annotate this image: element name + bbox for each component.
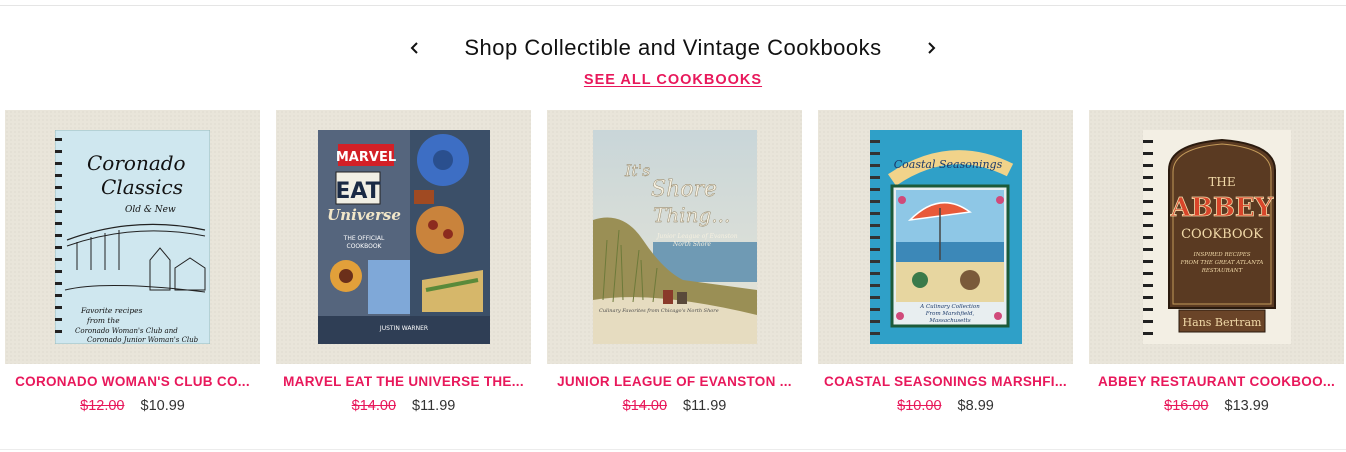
original-price: $16.00: [1164, 398, 1209, 414]
svg-text:from the: from the: [86, 316, 120, 325]
svg-text:INSPIRED RECIPES: INSPIRED RECIPES: [1192, 252, 1250, 258]
cookbook-cover-coastal-seasonings: Coastal Seasonings A Culinary Collection…: [869, 130, 1022, 344]
original-price: $14.00: [622, 398, 668, 414]
bottom-divider: [0, 449, 1346, 450]
see-all-container: SEE ALL COOKBOOKS: [0, 71, 1346, 89]
product-title[interactable]: JUNIOR LEAGUE OF EVANSTON ...: [547, 374, 802, 389]
svg-text:Coronado Junior Woman's Club: Coronado Junior Woman's Club: [87, 336, 199, 344]
sale-price: $13.99: [1224, 398, 1269, 414]
sale-price: $11.99: [683, 398, 727, 414]
svg-text:FROM THE GREAT ATLANTA: FROM THE GREAT ATLANTA: [1179, 260, 1263, 266]
chevron-right-icon: [927, 42, 936, 54]
svg-text:COOKBOOK: COOKBOOK: [346, 243, 382, 250]
product-card[interactable]: It's Shore Thing... Junior League of Eva…: [547, 110, 802, 414]
product-card[interactable]: Coastal Seasonings A Culinary Collection…: [818, 110, 1073, 414]
svg-text:Massachusetts: Massachusetts: [928, 318, 970, 324]
svg-text:THE OFFICIAL: THE OFFICIAL: [342, 235, 384, 242]
product-prices: $16.00 $13.99: [1089, 398, 1344, 414]
product-card[interactable]: MARVEL EAT Universe THE OFFICIAL COOKBOO…: [276, 110, 531, 414]
cover-title-1: It's: [624, 161, 650, 180]
product-title[interactable]: ABBEY RESTAURANT COOKBOO...: [1089, 374, 1344, 389]
svg-text:Coronado Woman's Club and: Coronado Woman's Club and: [75, 327, 178, 335]
section-title: Shop Collectible and Vintage Cookbooks: [464, 35, 882, 60]
original-price: $10.00: [897, 398, 942, 414]
product-grid: Coronado Classics Old & New Favorite rec…: [5, 110, 1344, 414]
cookbook-cover-marvel: MARVEL EAT Universe THE OFFICIAL COOKBOO…: [317, 130, 490, 344]
cookbook-cover-shore-thing: It's Shore Thing... Junior League of Eva…: [592, 130, 757, 344]
cover-title-1: Coronado: [87, 151, 186, 175]
cookbook-cover-abbey: THE ABBEY COOKBOOK INSPIRED RECIPES FROM…: [1142, 130, 1291, 344]
cover-title-2: Classics: [101, 175, 183, 199]
sale-price: $8.99: [957, 398, 994, 414]
product-title[interactable]: CORONADO WOMAN'S CLUB CO...: [5, 374, 260, 389]
product-image[interactable]: It's Shore Thing... Junior League of Eva…: [547, 110, 802, 364]
product-image[interactable]: MARVEL EAT Universe THE OFFICIAL COOKBOO…: [276, 110, 531, 364]
cover-title-2: Shore: [651, 177, 717, 202]
cover-title-2: ABBEY: [1169, 193, 1273, 223]
sale-price: $10.99: [140, 398, 185, 414]
product-title[interactable]: MARVEL EAT THE UNIVERSE THE...: [276, 374, 531, 389]
next-button[interactable]: [920, 37, 942, 59]
product-prices: $14.00 $11.99: [547, 398, 802, 414]
svg-text:Culinary Favorites from Chicag: Culinary Favorites from Chicago's North …: [599, 308, 719, 314]
product-image[interactable]: Coronado Classics Old & New Favorite rec…: [5, 110, 260, 364]
top-divider: [0, 5, 1346, 6]
product-image[interactable]: THE ABBEY COOKBOOK INSPIRED RECIPES FROM…: [1089, 110, 1344, 364]
cover-logo: MARVEL: [335, 150, 395, 165]
cover-author: JUSTIN WARNER: [378, 325, 427, 332]
original-price: $12.00: [80, 398, 125, 414]
original-price: $14.00: [351, 398, 397, 414]
svg-text:Junior League of Evanston: Junior League of Evanston: [655, 233, 738, 240]
product-card[interactable]: THE ABBEY COOKBOOK INSPIRED RECIPES FROM…: [1089, 110, 1344, 414]
product-prices: $12.00 $10.99: [5, 398, 260, 414]
cover-title-1: THE: [1208, 175, 1235, 189]
chevron-left-icon: [410, 42, 419, 54]
cover-title-3: COOKBOOK: [1181, 227, 1263, 242]
sale-price: $11.99: [412, 398, 456, 414]
cover-title-1: EAT: [335, 179, 380, 204]
prev-button[interactable]: [404, 37, 426, 59]
section-header: Shop Collectible and Vintage Cookbooks: [0, 30, 1346, 66]
cover-title-3: Old & New: [125, 205, 176, 215]
cover-title-3: Thing...: [653, 203, 730, 227]
see-all-cookbooks-link[interactable]: SEE ALL COOKBOOKS: [584, 72, 762, 88]
svg-text:RESTAURANT: RESTAURANT: [1200, 268, 1242, 274]
cover-title-1: Coastal Seasonings: [893, 158, 1002, 171]
svg-text:Favorite recipes: Favorite recipes: [80, 306, 143, 315]
cover-title-2: Universe: [327, 206, 401, 224]
product-card[interactable]: Coronado Classics Old & New Favorite rec…: [5, 110, 260, 414]
product-title[interactable]: COASTAL SEASONINGS MARSHFI...: [818, 374, 1073, 389]
product-prices: $14.00 $11.99: [276, 398, 531, 414]
svg-text:From Marshfield,: From Marshfield,: [924, 311, 974, 317]
svg-text:A Culinary Collection: A Culinary Collection: [919, 304, 980, 310]
cover-author: Hans Bertram: [1182, 316, 1261, 329]
svg-text:North Shore: North Shore: [672, 241, 711, 248]
product-prices: $10.00 $8.99: [818, 398, 1073, 414]
cookbook-cover-coronado: Coronado Classics Old & New Favorite rec…: [55, 130, 210, 344]
product-image[interactable]: Coastal Seasonings A Culinary Collection…: [818, 110, 1073, 364]
